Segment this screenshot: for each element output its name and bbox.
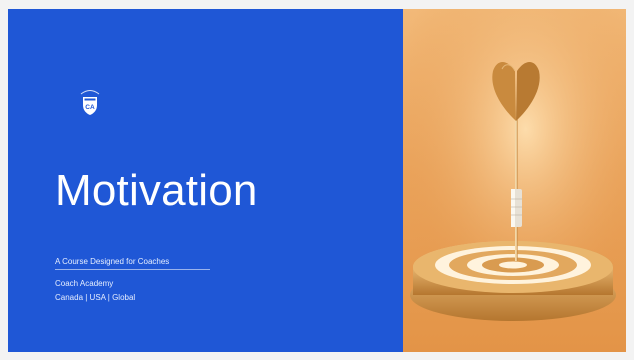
coach-academy-logo-icon: CA <box>78 88 102 116</box>
divider <box>55 269 210 270</box>
dart-target-icon <box>403 9 626 352</box>
organization-name: Coach Academy <box>55 279 114 288</box>
image-panel <box>403 9 626 352</box>
presentation-slide: CA Motivation A Course Designed for Coac… <box>8 9 626 352</box>
title-panel: CA Motivation A Course Designed for Coac… <box>8 9 403 352</box>
slide-title: Motivation <box>55 166 258 215</box>
svg-text:CA: CA <box>85 104 95 111</box>
locations-text: Canada | USA | Global <box>55 293 136 302</box>
course-subtitle: A Course Designed for Coaches <box>55 257 170 266</box>
